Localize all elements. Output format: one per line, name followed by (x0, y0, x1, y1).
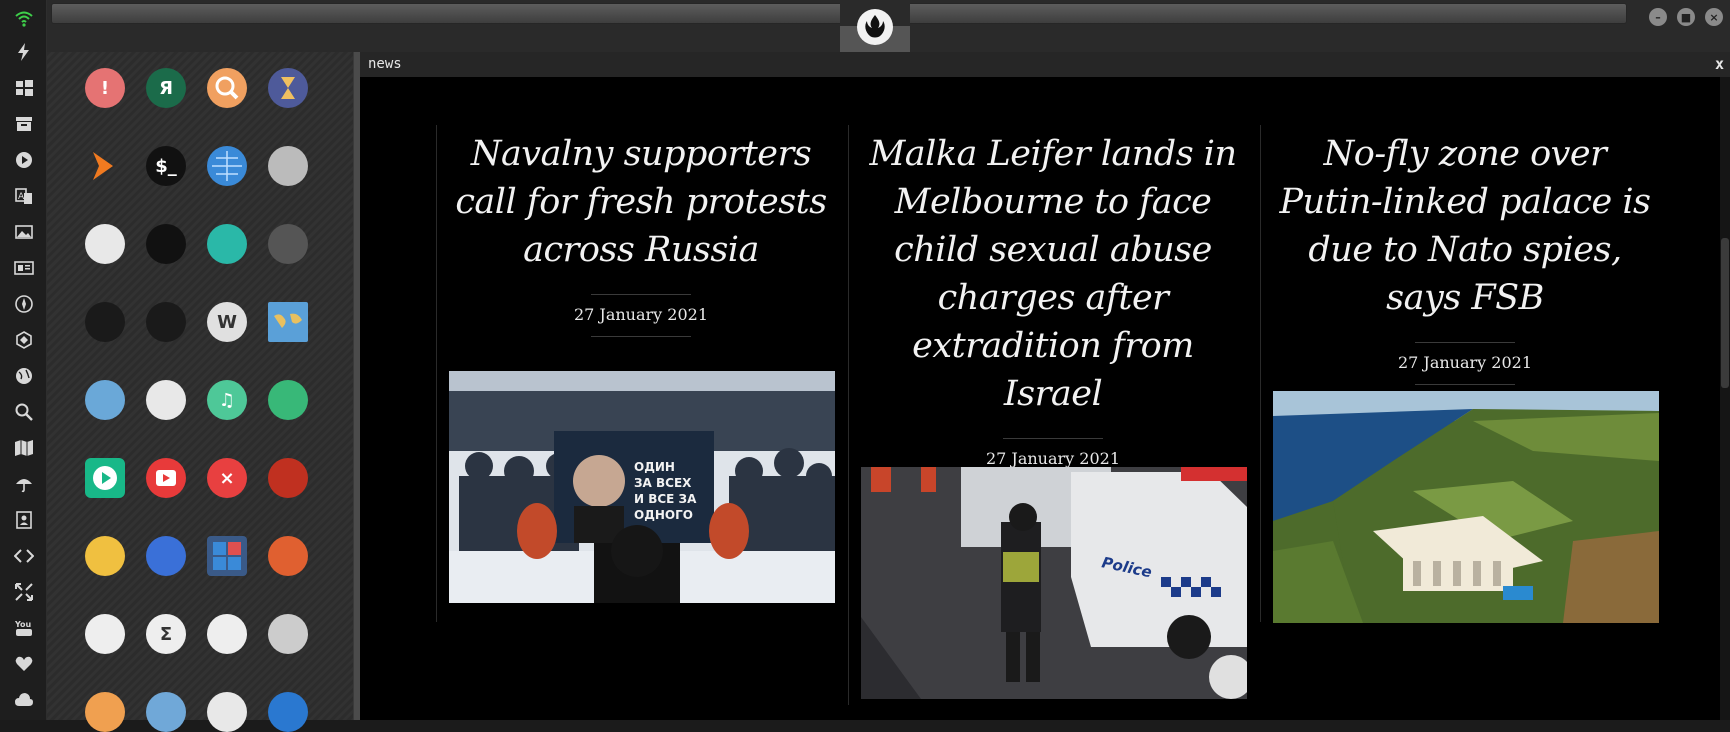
expand-icon[interactable] (10, 578, 38, 606)
document-app-icon[interactable] (85, 692, 125, 732)
column-divider (1260, 125, 1261, 622)
rebel-alliance-icon (857, 9, 893, 45)
article-date: 27 January 2021 (1397, 353, 1533, 372)
translate-icon[interactable]: A (10, 182, 38, 210)
binary-app-icon[interactable] (207, 614, 247, 654)
window-app-icon[interactable] (85, 224, 125, 264)
news-icon[interactable] (10, 254, 38, 282)
article-date: 27 January 2021 (573, 305, 709, 324)
minimize-button[interactable]: – (1649, 8, 1667, 26)
hexagon-icon[interactable] (10, 326, 38, 354)
github-app-icon[interactable] (268, 224, 308, 264)
svg-text:ОДНОГО: ОДНОГО (634, 508, 693, 522)
svg-text:И ВСЕ ЗА: И ВСЕ ЗА (634, 492, 697, 506)
article-date-box: 27 January 2021 (1398, 342, 1532, 385)
shell-app-icon[interactable]: $_ (146, 146, 186, 186)
close-window-button[interactable]: × (1705, 8, 1723, 26)
article-date-box: 27 January 2021 (574, 294, 708, 337)
presentation-app-icon[interactable] (207, 692, 247, 732)
warning-app-icon[interactable]: ! (85, 68, 125, 108)
windows-icon[interactable] (10, 74, 38, 102)
search-icon[interactable] (10, 398, 38, 426)
hourglass-app-icon[interactable] (268, 68, 308, 108)
terminal-arrow-app-icon[interactable] (85, 146, 125, 186)
yandex-app-icon[interactable]: Я (146, 68, 186, 108)
news-window-title: news (368, 56, 402, 72)
wifi-icon[interactable] (10, 4, 38, 32)
globe-app-icon[interactable] (207, 146, 247, 186)
news-window-header: news x (360, 52, 1730, 77)
globe-icon[interactable] (10, 362, 38, 390)
search-app-icon[interactable] (207, 68, 247, 108)
death-star-app-icon[interactable] (146, 302, 186, 342)
article-date: 27 January 2021 (985, 449, 1121, 468)
close-circle-app-icon[interactable]: × (207, 458, 247, 498)
article-headline[interactable]: Malka Leifer lands in Melbourne to face … (858, 130, 1248, 418)
music-app-icon[interactable]: ♫ (207, 380, 247, 420)
vscode-app-icon[interactable] (268, 692, 308, 732)
text-editor-app-icon[interactable] (268, 614, 308, 654)
news-close-button[interactable]: x (1715, 55, 1724, 73)
article-photo-protest[interactable]: ОДИН ЗА ВСЕХ И ВСЕ ЗА ОДНОГО (449, 371, 835, 603)
command-input[interactable] (51, 3, 1627, 24)
left-dock: A You (0, 0, 47, 720)
news-article[interactable]: Navalny supporters call for fresh protes… (446, 130, 836, 337)
article-headline[interactable]: Navalny supporters call for fresh protes… (446, 130, 836, 274)
contacts-icon[interactable] (10, 506, 38, 534)
ironman-app-icon[interactable] (268, 458, 308, 498)
bolt-icon[interactable] (10, 38, 38, 66)
article-photo-palace[interactable] (1273, 391, 1659, 623)
heart-icon[interactable] (10, 650, 38, 678)
svg-text:ЗА ВСЕХ: ЗА ВСЕХ (634, 476, 692, 490)
news-scrollbar-thumb[interactable] (1721, 238, 1729, 388)
news-article[interactable]: No-fly zone over Putin-linked palace is … (1270, 130, 1660, 385)
maximize-button[interactable]: ■ (1677, 8, 1695, 26)
column-divider (848, 125, 849, 705)
cloud-icon[interactable] (10, 686, 38, 714)
books-app-icon[interactable] (85, 380, 125, 420)
player-app-icon[interactable] (85, 458, 125, 498)
lab-app-icon[interactable] (85, 614, 125, 654)
sigma-app-icon[interactable]: Σ (146, 614, 186, 654)
umbrella-icon[interactable] (10, 470, 38, 498)
article-photo-police[interactable]: Police (861, 467, 1247, 699)
code-icon[interactable] (10, 542, 38, 570)
column-divider (436, 125, 437, 622)
translator-app-icon[interactable] (146, 536, 186, 576)
wikipedia-app-icon[interactable]: W (207, 302, 247, 342)
video-app-icon[interactable] (268, 380, 308, 420)
play-icon[interactable] (10, 146, 38, 174)
starfleet-app-icon[interactable] (85, 302, 125, 342)
workspace-tab[interactable] (840, 0, 910, 52)
svg-text:ОДИН: ОДИН (634, 460, 675, 474)
news-scrollbar[interactable] (1720, 77, 1730, 720)
droid-app-icon[interactable] (85, 536, 125, 576)
cloud-lock-app-icon[interactable] (207, 224, 247, 264)
photo-app-icon[interactable] (146, 692, 186, 732)
notes-app-icon[interactable] (146, 380, 186, 420)
map-icon[interactable] (10, 434, 38, 462)
helmet-app-icon[interactable] (146, 224, 186, 264)
image-icon[interactable] (10, 218, 38, 246)
color-picker-app-icon[interactable] (268, 536, 308, 576)
archive-icon[interactable] (10, 110, 38, 138)
article-headline[interactable]: No-fly zone over Putin-linked palace is … (1270, 130, 1660, 322)
news-article[interactable]: Malka Leifer lands in Melbourne to face … (858, 130, 1248, 481)
youtube-app-icon[interactable] (146, 458, 186, 498)
top-bar: – ■ × (47, 0, 1730, 52)
svg-text:A: A (18, 192, 25, 202)
svg-text:You: You (14, 620, 32, 629)
youtube-icon[interactable]: You (10, 614, 38, 642)
app-launcher: ! Я $_ W ♫ × Σ (47, 52, 353, 732)
world-map-app-icon[interactable] (268, 302, 308, 342)
rebel-alliance-icon[interactable] (10, 290, 38, 318)
drive-app-icon[interactable] (268, 146, 308, 186)
calculator-app-icon[interactable] (207, 536, 247, 576)
